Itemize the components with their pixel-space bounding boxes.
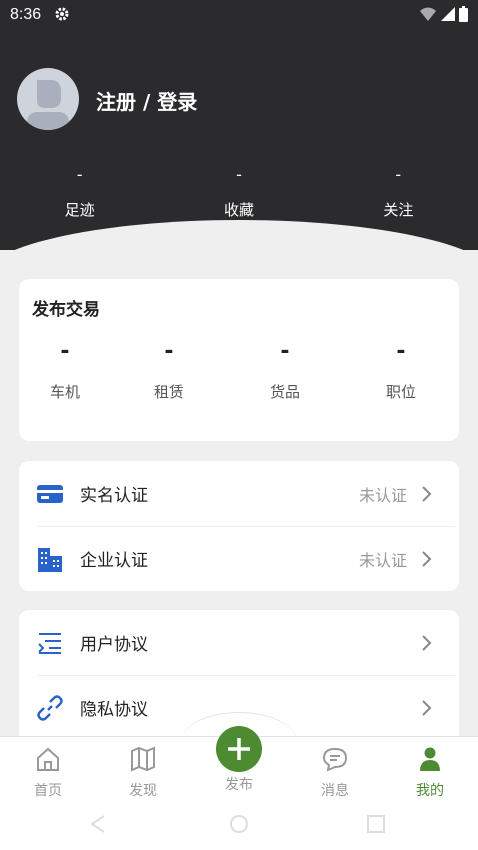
home-icon [37, 747, 59, 771]
trade-value: - [280, 339, 290, 364]
chevron-right-icon [422, 635, 432, 651]
tab-label: 消息 [321, 783, 349, 799]
map-icon [131, 746, 155, 772]
stat-following[interactable]: - 关注 [319, 165, 478, 220]
row-label: 隐私协议 [80, 700, 148, 720]
login-link[interactable]: 注册 / 登录 [96, 86, 197, 115]
status-time: 8:36 [10, 6, 42, 23]
tab-label: 首页 [34, 783, 62, 799]
trade-label: 租赁 [153, 383, 184, 401]
signal-icon [441, 7, 455, 21]
row-status: 未认证 [358, 485, 407, 505]
stat-value: - [76, 165, 83, 184]
trade-item-vehicle[interactable]: - 车机 [19, 339, 111, 402]
chevron-right-icon [422, 486, 432, 502]
row-label: 实名认证 [80, 486, 148, 506]
real-name-cert-row[interactable]: 实名认证 未认证 [19, 461, 459, 526]
stat-value: - [395, 165, 402, 184]
status-bar: 8:36 [0, 0, 478, 30]
row-status: 未认证 [358, 550, 407, 570]
trade-item-goods[interactable]: - 货品 [227, 339, 343, 402]
publish-trade-card: 发布交易 - 车机 - 租赁 - 货品 - 职位 [19, 279, 459, 441]
link-icon [37, 695, 63, 721]
wifi-icon [420, 7, 436, 21]
publish-button[interactable] [216, 726, 262, 772]
id-card-icon [37, 485, 63, 503]
stat-label: 收藏 [223, 201, 254, 219]
building-icon [38, 548, 62, 572]
tab-home[interactable]: 首页 [18, 746, 78, 800]
tab-discover[interactable]: 发现 [113, 746, 173, 800]
status-icons [419, 6, 468, 22]
person-icon [420, 747, 440, 771]
stat-label: 足迹 [64, 201, 95, 219]
recents-nav-icon[interactable] [366, 814, 386, 834]
stat-favorites[interactable]: - 收藏 [159, 165, 318, 220]
gear-icon [55, 7, 69, 21]
tab-mine[interactable]: 我的 [400, 746, 460, 800]
profile-stats: - 足迹 - 收藏 - 关注 [0, 165, 478, 220]
battery-icon [459, 6, 468, 22]
home-nav-icon[interactable] [229, 814, 249, 834]
user-agreement-row[interactable]: 用户协议 [19, 610, 459, 675]
tab-messages[interactable]: 消息 [305, 746, 365, 800]
stat-value: - [236, 165, 242, 184]
trade-item-lease[interactable]: - 租赁 [111, 339, 227, 402]
system-nav-bar [0, 806, 478, 850]
stat-footprint[interactable]: - 足迹 [0, 165, 159, 220]
trade-items: - 车机 - 租赁 - 货品 - 职位 [19, 339, 459, 402]
trade-label: 职位 [385, 383, 416, 401]
trade-value: - [396, 339, 406, 364]
avatar-placeholder-icon [27, 80, 69, 130]
card-title: 发布交易 [32, 300, 100, 320]
stat-label: 关注 [383, 201, 414, 219]
trade-label: 车机 [49, 383, 80, 401]
list-icon [38, 633, 61, 654]
message-icon [322, 747, 348, 772]
avatar[interactable] [17, 68, 79, 130]
plus-icon [228, 738, 250, 760]
trade-value: - [164, 339, 174, 364]
tab-label: 我的 [416, 783, 444, 799]
back-nav-icon[interactable] [88, 814, 108, 834]
chevron-right-icon [422, 551, 432, 567]
chevron-right-icon [422, 700, 432, 716]
certification-card: 实名认证 未认证 企业认证 未认证 [19, 461, 459, 591]
trade-value: - [60, 339, 70, 364]
row-label: 用户协议 [80, 635, 148, 655]
tab-label: 发现 [129, 783, 157, 799]
trade-item-job[interactable]: - 职位 [343, 339, 459, 402]
enterprise-cert-row[interactable]: 企业认证 未认证 [19, 526, 459, 591]
trade-label: 货品 [269, 383, 300, 401]
row-label: 企业认证 [80, 551, 148, 571]
tab-publish-label: 发布 [225, 777, 253, 793]
